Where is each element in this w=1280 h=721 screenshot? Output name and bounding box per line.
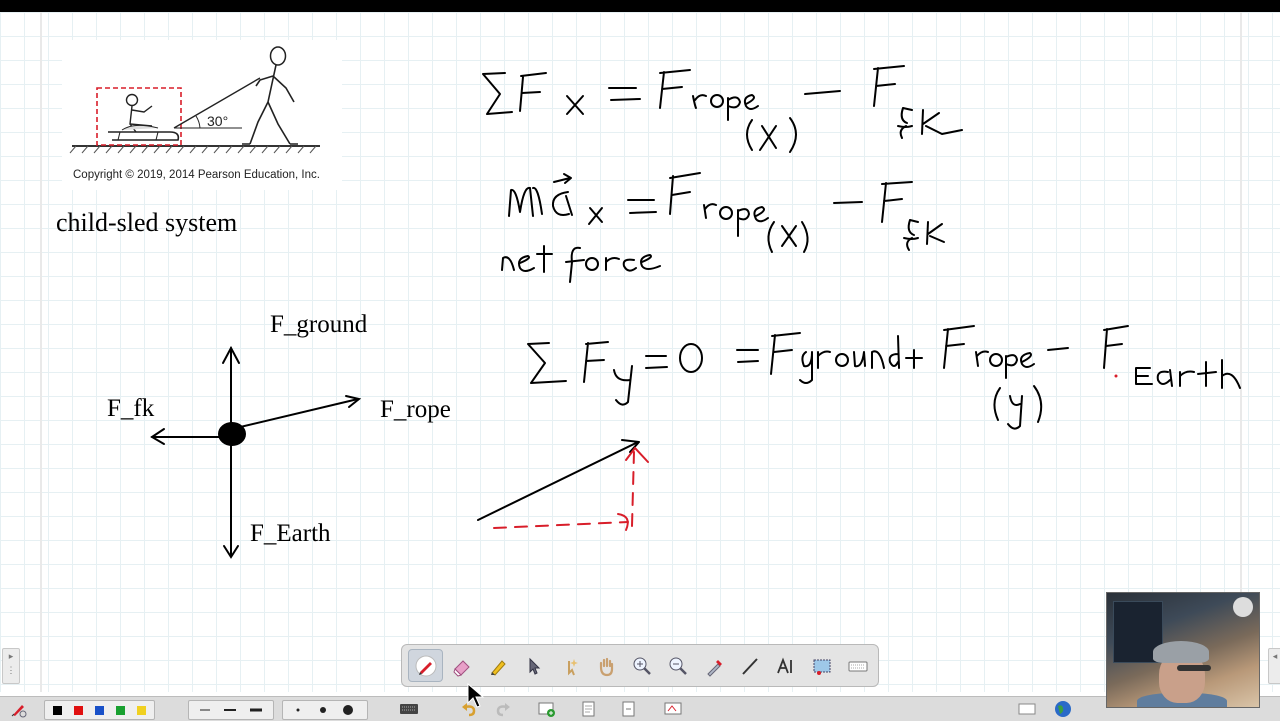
color-green-swatch[interactable] bbox=[116, 705, 125, 715]
page-next-icon bbox=[622, 701, 635, 717]
undo-button[interactable] bbox=[458, 700, 480, 718]
select-tool[interactable] bbox=[516, 649, 551, 682]
zoom-in-tool[interactable] bbox=[624, 649, 659, 682]
webcam-video bbox=[1106, 592, 1260, 708]
top-bar bbox=[0, 0, 1280, 12]
force-earth-label: F_Earth bbox=[250, 520, 331, 547]
color-palette bbox=[44, 700, 155, 720]
force-ground-label: F_ground bbox=[270, 311, 368, 338]
screen-capture-icon bbox=[813, 659, 830, 675]
eraser-icon bbox=[452, 659, 470, 677]
highlighter-icon bbox=[490, 659, 506, 676]
cursor-arrow-icon bbox=[529, 657, 540, 675]
bottom-toolbar bbox=[0, 696, 1280, 721]
text-tool[interactable] bbox=[768, 649, 803, 682]
line-width-selector bbox=[188, 700, 274, 720]
page-icon bbox=[582, 701, 595, 717]
undo-icon bbox=[462, 703, 476, 717]
right-margin-line bbox=[1240, 12, 1242, 692]
keyboard-button[interactable] bbox=[398, 700, 420, 718]
webcam-presenter-cap bbox=[1153, 641, 1209, 663]
line-tool[interactable] bbox=[732, 649, 767, 682]
force-rope-label: F_rope bbox=[380, 396, 451, 423]
browser-button[interactable] bbox=[1052, 700, 1074, 718]
line-icon bbox=[741, 657, 758, 675]
pen-tool[interactable] bbox=[408, 649, 443, 682]
redo-button[interactable] bbox=[492, 700, 514, 718]
pen-settings-icon bbox=[11, 705, 27, 718]
dot-size-selector bbox=[282, 700, 368, 720]
magic-select-tool[interactable] bbox=[552, 649, 587, 682]
color-yellow-swatch[interactable] bbox=[137, 705, 146, 715]
zoom-out-tool[interactable] bbox=[660, 649, 695, 682]
keyboard-tool[interactable] bbox=[840, 649, 875, 682]
color-black-swatch[interactable] bbox=[53, 705, 62, 715]
highlighter-tool[interactable] bbox=[480, 649, 515, 682]
globe-icon bbox=[1055, 701, 1071, 717]
keyboard-small-icon bbox=[400, 704, 418, 714]
screen-tools-icon bbox=[664, 702, 682, 715]
force-kinetic-friction-label: F_fk bbox=[107, 395, 155, 422]
right-sidebar-tab[interactable]: ◂ bbox=[1268, 648, 1280, 684]
dot-size-options[interactable] bbox=[286, 702, 364, 718]
left-sidebar-tab[interactable]: ▸ ⋮ bbox=[2, 648, 20, 684]
redo-icon bbox=[496, 703, 510, 717]
new-page-button[interactable] bbox=[536, 700, 558, 718]
keyboard-icon bbox=[848, 661, 867, 671]
screen-tools-button[interactable] bbox=[662, 700, 684, 718]
zoom-in-icon bbox=[633, 657, 651, 675]
whiteboard-button[interactable] bbox=[1016, 700, 1038, 718]
fill-tool[interactable] bbox=[696, 649, 731, 682]
left-margin-line bbox=[40, 12, 42, 692]
text-icon bbox=[776, 656, 792, 673]
eraser-tool[interactable] bbox=[444, 649, 479, 682]
system-caption: child-sled system bbox=[56, 208, 238, 237]
whiteboard-icon bbox=[1018, 703, 1036, 715]
color-blue-swatch[interactable] bbox=[95, 705, 104, 715]
page-list-button[interactable] bbox=[578, 700, 600, 718]
sparkle-select-icon bbox=[567, 658, 578, 675]
line-width-options[interactable] bbox=[192, 702, 270, 718]
copyright-text: Copyright © 2019, 2014 Pearson Education… bbox=[73, 169, 320, 181]
zoom-out-icon bbox=[669, 657, 687, 675]
pan-tool[interactable] bbox=[588, 649, 623, 682]
eyedropper-icon bbox=[706, 659, 722, 677]
textbook-figure: 30° bbox=[62, 40, 342, 190]
pen-settings-button[interactable] bbox=[8, 700, 30, 718]
screen-capture-tool[interactable] bbox=[804, 649, 839, 682]
webcam-headset bbox=[1177, 665, 1211, 671]
pen-icon bbox=[415, 655, 436, 676]
floating-toolbar bbox=[401, 644, 879, 687]
new-page-icon bbox=[538, 702, 555, 717]
child-sled-illustration: 30° bbox=[69, 46, 320, 154]
page-next-button[interactable] bbox=[618, 700, 640, 718]
webcam-background-light bbox=[1233, 597, 1253, 617]
hand-icon bbox=[599, 657, 613, 676]
angle-label: 30° bbox=[207, 113, 228, 129]
color-red-swatch[interactable] bbox=[74, 705, 83, 715]
